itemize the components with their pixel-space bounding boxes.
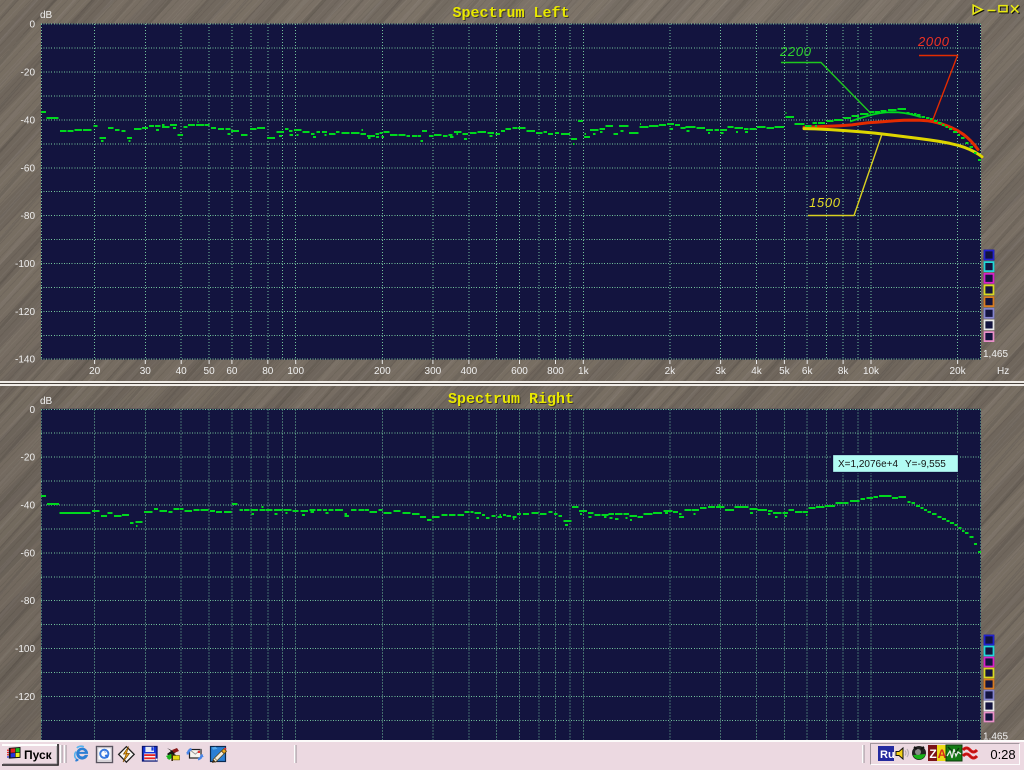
svg-text:-140: -140: [15, 355, 35, 366]
svg-text:800: 800: [547, 366, 564, 377]
svg-text:10k: 10k: [863, 366, 880, 377]
svg-text:-100: -100: [15, 644, 35, 655]
svg-text:0:28: 0:28: [990, 747, 1015, 762]
svg-text:5k: 5k: [779, 366, 791, 377]
svg-text:0: 0: [29, 20, 35, 31]
svg-text:0: 0: [29, 405, 35, 416]
svg-text:2000: 2000: [917, 34, 950, 49]
svg-text:A: A: [938, 747, 947, 761]
svg-text:-40: -40: [21, 501, 36, 512]
svg-text:-120: -120: [15, 692, 35, 703]
svg-text:200: 200: [374, 366, 391, 377]
svg-text:Пуск: Пуск: [24, 748, 53, 762]
svg-text:30: 30: [140, 366, 152, 377]
svg-text:Z: Z: [929, 747, 936, 761]
svg-text:1,465: 1,465: [983, 349, 1008, 360]
svg-text:80: 80: [262, 366, 274, 377]
svg-text:1,465: 1,465: [983, 732, 1008, 741]
svg-text:Y=-9,555: Y=-9,555: [905, 459, 946, 470]
svg-text:-100: -100: [15, 259, 35, 270]
svg-text:Spectrum Right: Spectrum Right: [448, 391, 574, 408]
svg-text:100: 100: [287, 366, 304, 377]
svg-text:-20: -20: [21, 453, 36, 464]
svg-text:300: 300: [425, 366, 442, 377]
svg-text:3k: 3k: [715, 366, 727, 377]
svg-text:Hz: Hz: [997, 366, 1009, 377]
svg-text:400: 400: [461, 366, 478, 377]
svg-text:-40: -40: [21, 115, 36, 126]
svg-text:-60: -60: [21, 163, 36, 174]
svg-text:dB: dB: [40, 10, 53, 21]
svg-text:2200: 2200: [779, 44, 812, 59]
svg-text:50: 50: [204, 366, 216, 377]
svg-text:-20: -20: [21, 68, 36, 79]
svg-text:2k: 2k: [665, 366, 677, 377]
svg-text:-80: -80: [21, 211, 36, 222]
svg-text:X=1,2076e+4: X=1,2076e+4: [838, 459, 898, 470]
svg-text:6k: 6k: [802, 366, 814, 377]
svg-text:1k: 1k: [578, 366, 590, 377]
svg-text:20k: 20k: [950, 366, 967, 377]
svg-text:-120: -120: [15, 307, 35, 318]
svg-text:1500: 1500: [809, 195, 841, 210]
svg-text:600: 600: [511, 366, 528, 377]
svg-text:8k: 8k: [838, 366, 850, 377]
svg-text:Spectrum Left: Spectrum Left: [452, 5, 569, 22]
svg-text:-80: -80: [21, 596, 36, 607]
svg-text:dB: dB: [40, 396, 53, 407]
svg-text:Ru: Ru: [880, 749, 895, 761]
svg-text:60: 60: [226, 366, 238, 377]
svg-text:40: 40: [176, 366, 188, 377]
svg-text:-60: -60: [21, 548, 36, 559]
svg-text:4k: 4k: [751, 366, 763, 377]
svg-text:20: 20: [89, 366, 101, 377]
